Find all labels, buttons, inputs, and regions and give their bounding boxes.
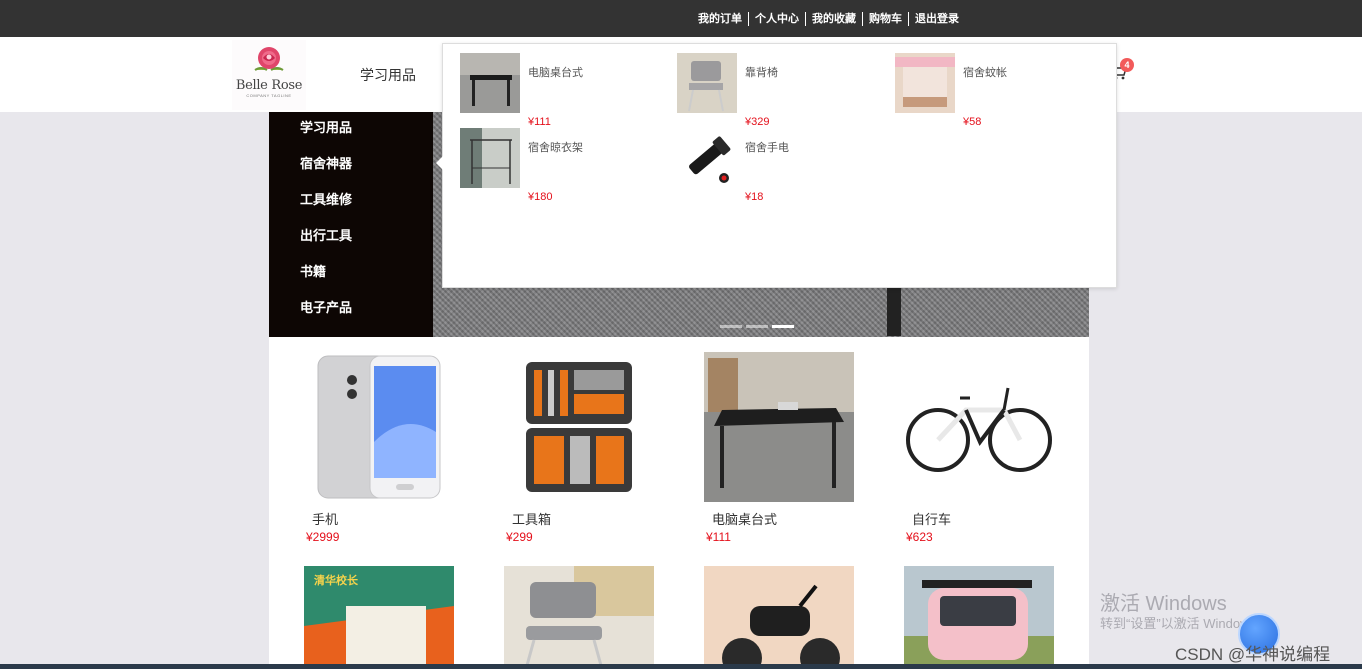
product-card[interactable]: 清华校长 — [304, 566, 454, 669]
desk-thumbnail — [460, 53, 520, 113]
dropdown-item-price: ¥329 — [745, 116, 770, 128]
my-orders-link[interactable]: 我的订单 — [692, 12, 748, 26]
personal-center-link[interactable]: 个人中心 — [748, 11, 805, 26]
dropdown-item[interactable]: 靠背椅 ¥329 — [677, 53, 887, 128]
top-bar: 我的订单 个人中心 我的收藏 购物车 退出登录 — [0, 0, 1362, 37]
dropdown-item-name: 宿舍蚊帐 — [963, 67, 1007, 79]
cart-count-badge: 4 — [1120, 58, 1134, 72]
dropdown-item-name: 电脑桌台式 — [528, 67, 583, 79]
dropdown-item[interactable]: 电脑桌台式 ¥111 — [460, 53, 670, 128]
mini-car-image — [904, 566, 1054, 669]
carousel-dot-active[interactable] — [772, 325, 794, 328]
category-study-supplies[interactable]: 学习用品 — [269, 112, 433, 148]
dropdown-item-price: ¥180 — [528, 191, 553, 203]
product-name: 工具箱 — [512, 512, 552, 527]
dropdown-item-name: 宿舍手电 — [745, 142, 789, 154]
product-name: 自行车 — [912, 512, 952, 527]
product-name: 手机 — [312, 512, 339, 527]
e-scooter-image — [704, 566, 854, 669]
dropdown-item[interactable]: 宿舍晾衣架 ¥180 — [460, 128, 670, 203]
product-section: 手机 ¥2999 工具箱 ¥299 电脑桌台式 ¥111 自行车 ¥623 清华… — [269, 337, 1089, 669]
chair-thumbnail — [677, 53, 737, 113]
windows-activation-title: 激活 Windows — [1100, 593, 1227, 615]
flashlight-thumbnail — [677, 128, 737, 188]
cart-link[interactable]: 购物车 — [862, 11, 908, 26]
product-card[interactable]: 手机 ¥2999 — [304, 352, 454, 544]
taskbar-strip — [0, 664, 1362, 669]
my-favorites-link[interactable]: 我的收藏 — [805, 11, 862, 26]
dropdown-item-name: 靠背椅 — [745, 67, 778, 79]
logo-brand: Belle Rose — [235, 78, 303, 93]
carousel-indicators — [720, 325, 794, 328]
carousel-dot[interactable] — [720, 325, 742, 328]
dropdown-item-price: ¥58 — [963, 116, 982, 128]
product-card[interactable]: 电脑桌台式 ¥111 — [704, 352, 854, 544]
phone-image — [304, 352, 454, 502]
category-travel[interactable]: 出行工具 — [269, 220, 433, 256]
dropdown-item[interactable]: 宿舍蚊帐 ¥58 — [895, 53, 1105, 128]
logo[interactable]: Belle Rose COMPANY TAGLINE — [232, 40, 306, 110]
product-price: ¥623 — [906, 530, 933, 544]
product-card[interactable]: 工具箱 ¥299 — [504, 352, 654, 544]
dropdown-item-price: ¥111 — [528, 116, 551, 128]
category-books[interactable]: 书籍 — [269, 256, 433, 292]
top-links: 我的订单 个人中心 我的收藏 购物车 退出登录 — [692, 0, 965, 37]
bicycle-image — [904, 352, 1054, 502]
logout-link[interactable]: 退出登录 — [908, 11, 965, 26]
folding-chair-image — [504, 566, 654, 669]
product-card[interactable]: 自行车 ¥623 — [904, 352, 1054, 544]
product-price: ¥299 — [506, 530, 533, 544]
category-dorm-gadgets[interactable]: 宿舍神器 — [269, 148, 433, 184]
dropdown-item-name: 宿舍晾衣架 — [528, 142, 583, 154]
banner-desk-leg — [887, 286, 901, 336]
csdn-watermark: CSDN @华神说编程 — [1175, 645, 1331, 664]
dropdown-item[interactable]: 宿舍手电 ¥18 — [677, 128, 887, 203]
rose-logo-icon — [254, 47, 284, 71]
logo-tagline: COMPANY TAGLINE — [246, 93, 292, 98]
product-name: 电脑桌台式 — [712, 512, 778, 527]
category-tools[interactable]: 工具维修 — [269, 184, 433, 220]
product-price: ¥2999 — [306, 530, 340, 544]
carousel-dot[interactable] — [746, 325, 768, 328]
category-dropdown-panel: 电脑桌台式 ¥111 靠背椅 ¥329 宿舍蚊帐 ¥58 宿舍晾衣架 ¥180 — [436, 43, 1117, 288]
product-card[interactable] — [704, 566, 854, 669]
category-sidebar: 学习用品 宿舍神器 工具维修 出行工具 书籍 电子产品 — [269, 112, 433, 337]
dropdown-item-price: ¥18 — [745, 191, 764, 203]
nav-item-study[interactable]: 学习用品 — [360, 65, 416, 85]
book-cover-title: 清华校长 — [314, 575, 358, 587]
product-card[interactable] — [904, 566, 1054, 669]
mosquito-net-thumbnail — [895, 53, 955, 113]
product-card[interactable] — [504, 566, 654, 669]
toolbox-image — [504, 352, 654, 502]
product-price: ¥111 — [706, 530, 731, 544]
clothes-rack-thumbnail — [460, 128, 520, 188]
category-electronics[interactable]: 电子产品 — [269, 292, 433, 328]
computer-desk-image — [704, 352, 854, 502]
